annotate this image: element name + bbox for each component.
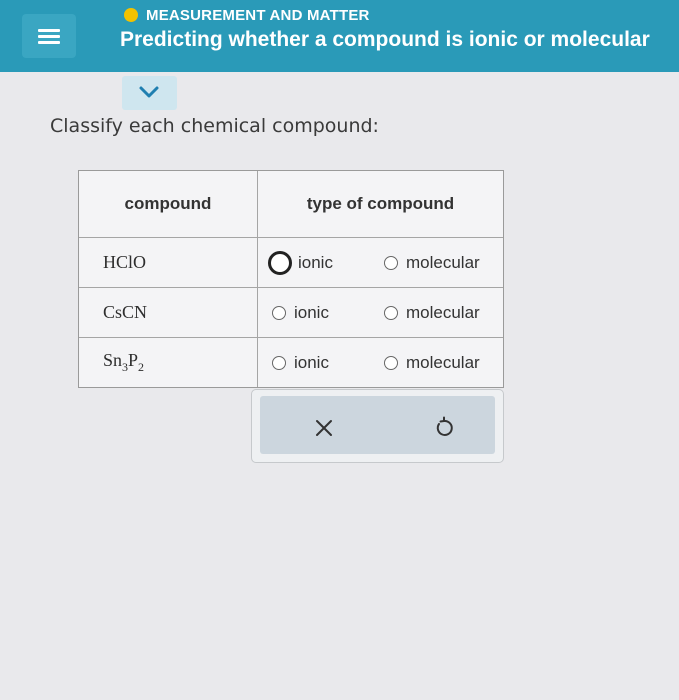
page-title: Predicting whether a compound is ionic o… [120,28,650,51]
radio-button[interactable] [384,305,398,320]
compound-cell: Sn3P2 [79,338,258,387]
option-label: ionic [294,352,329,372]
option-label: ionic [294,302,329,322]
compound-cell: HClO [79,238,258,287]
menu-line [38,29,60,32]
table-row: CsCN ionic molecular [79,287,503,337]
radio-button[interactable] [272,355,286,370]
molecular-option[interactable]: molecular [384,253,480,273]
formula-symbol: HClO [103,252,147,272]
column-header-type: type of compound [306,194,455,213]
table-row: HClO ionic molecular [79,237,503,287]
compound-formula: CsCN [103,302,147,323]
type-cell: ionic molecular [258,338,503,387]
option-label: molecular [406,302,480,322]
radio-button[interactable] [268,250,292,275]
ionic-option[interactable]: ionic [268,250,384,275]
menu-button[interactable] [22,14,76,58]
category-label: MEASUREMENT AND MATTER [146,6,370,24]
menu-line [38,41,60,44]
topic-category: MEASUREMENT AND MATTER [124,5,370,25]
column-header-compound: compound [79,171,258,237]
undo-icon [436,416,453,436]
menu-line [38,35,60,38]
radio-button[interactable] [384,255,398,270]
compound-formula: HClO [103,252,146,273]
radio-button[interactable] [272,305,286,320]
formula-symbol: CsCN [103,302,148,322]
radio-button[interactable] [384,355,398,370]
table-header-row: compound type of compound [79,171,503,237]
compound-cell: CsCN [79,288,258,337]
option-label: molecular [406,352,480,372]
ionic-option[interactable]: ionic [272,303,384,323]
progress-dot-icon [124,8,138,22]
collapse-toggle-button[interactable] [122,76,177,110]
ionic-option[interactable]: ionic [272,353,384,373]
action-bar [251,389,504,463]
classification-table: compound type of compound HClO ionic molec… [78,170,504,388]
type-cell: ionic molecular [258,238,503,287]
molecular-option[interactable]: molecular [384,353,480,373]
option-label: ionic [298,252,333,272]
formula-symbol: P [128,350,139,370]
undo-button[interactable] [432,416,456,440]
action-bar-inner [260,396,495,454]
question-prompt: Classify each chemical compound: [50,115,379,137]
x-icon [316,420,332,436]
top-bar: MEASUREMENT AND MATTER Predicting whethe… [0,0,679,72]
type-cell: ionic molecular [258,288,503,337]
clear-button[interactable] [312,416,336,440]
formula-symbol: Sn [103,350,123,370]
option-label: molecular [406,252,480,272]
table-row: Sn3P2 ionic molecular [79,337,503,387]
chevron-down-icon [139,86,159,98]
compound-formula: Sn3P2 [103,350,144,375]
formula-subscript: 2 [138,360,145,374]
molecular-option[interactable]: molecular [384,303,480,323]
